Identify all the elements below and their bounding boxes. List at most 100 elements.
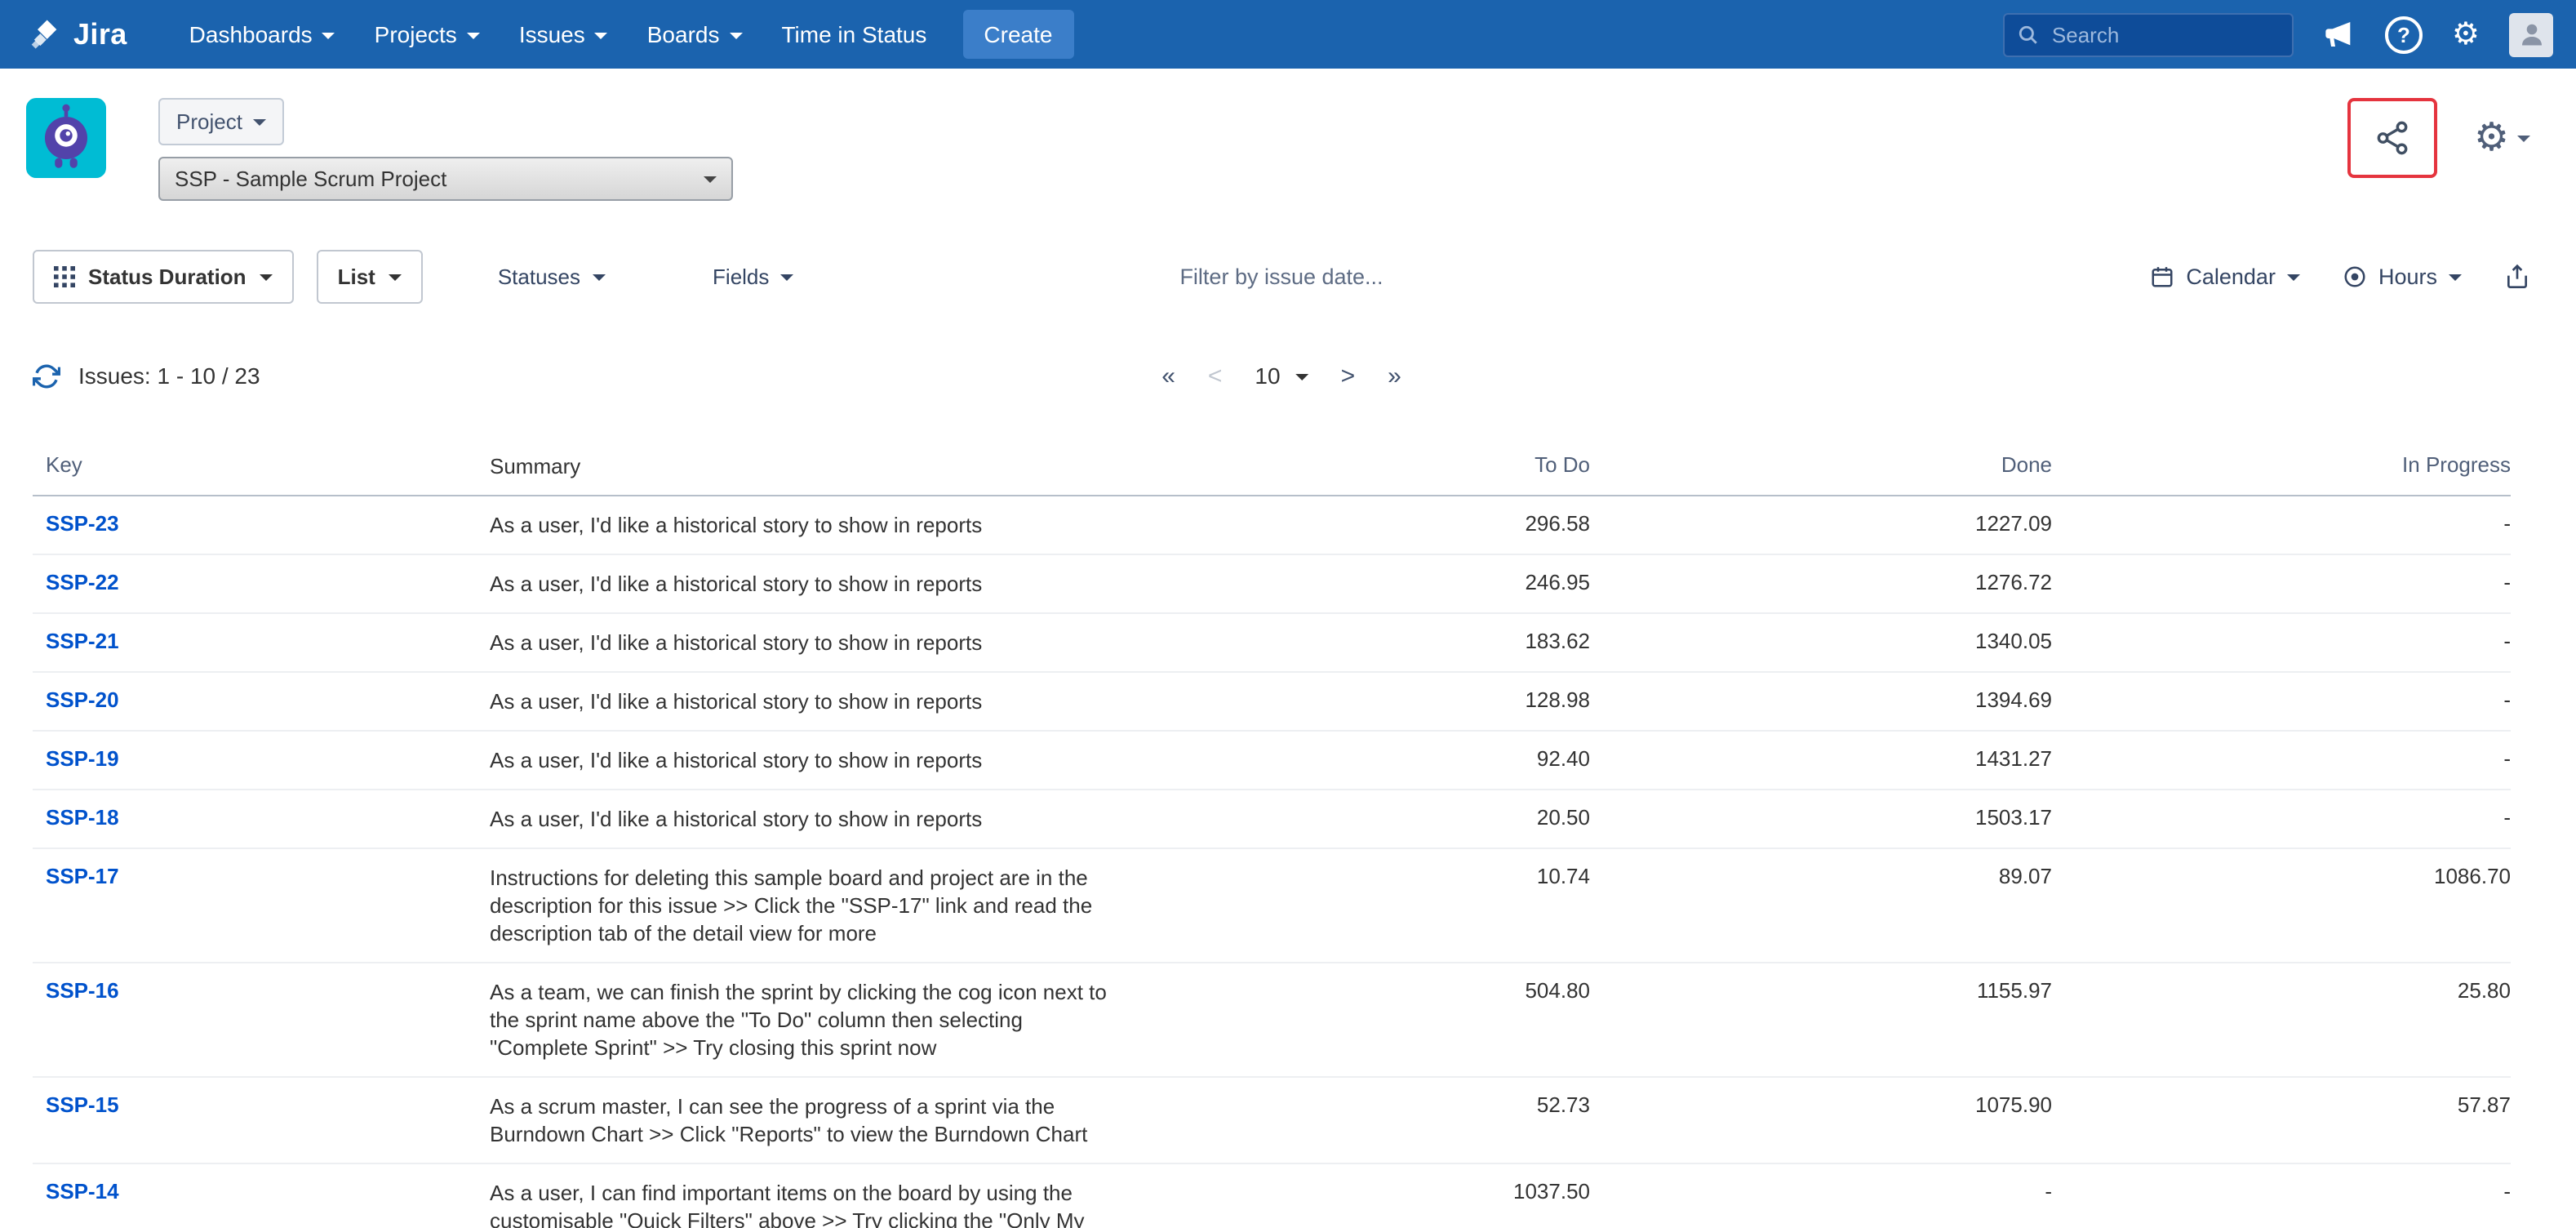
todo-value: 1037.50 [1117,1179,1590,1204]
column-header-inprogress[interactable]: In Progress [2052,452,2511,477]
done-value: 1431.27 [1590,746,2052,771]
done-value: 1155.97 [1590,978,2052,1003]
user-avatar[interactable] [2509,12,2553,56]
table-row: SSP-16 As a team, we can finish the spri… [33,963,2511,1078]
issue-summary: As a user, I'd like a historical story t… [490,687,1117,715]
issue-summary: As a team, we can finish the sprint by c… [490,978,1117,1061]
issues-count-label: Issues: 1 - 10 / 23 [78,363,260,389]
results-bar: Issues: 1 - 10 / 23 « < 10 > » [33,353,2530,398]
inprogress-value: 25.80 [2052,978,2511,1003]
inprogress-value: 1086.70 [2052,864,2511,888]
issue-summary: As a user, I can find important items on… [490,1179,1117,1228]
statuses-button[interactable]: Statuses [482,251,621,302]
global-search[interactable] [2003,12,2294,56]
create-button[interactable]: Create [962,10,1073,59]
export-button[interactable] [2504,263,2530,291]
view-type-button[interactable]: Status Duration [33,250,294,304]
chevron-down-icon [780,274,793,281]
table-row: SSP-15 As a scrum master, I can see the … [33,1078,2511,1164]
project-avatar[interactable] [26,98,106,178]
inprogress-value: - [2052,629,2511,653]
toolbar-right: Calendar Hours [2150,263,2530,291]
todo-value: 20.50 [1117,805,1590,830]
issue-summary: As a user, I'd like a historical story t… [490,570,1117,598]
project-scope-button[interactable]: Project [158,98,285,145]
issues-count: Issues: 1 - 10 / 23 [33,362,260,389]
chevron-down-icon [389,274,402,281]
issue-date-filter-input[interactable] [1074,263,1489,291]
calendar-button[interactable]: Calendar [2150,265,2300,289]
feedback-megaphone-icon[interactable] [2323,18,2356,51]
project-header: Project SSP - Sample Scrum Project ⚙ [0,69,2576,201]
page: Jira Dashboards Projects Issues Boards T… [0,0,2576,1228]
todo-value: 128.98 [1117,687,1590,712]
help-icon[interactable]: ? [2385,16,2423,53]
issue-key-link[interactable]: SSP-20 [33,687,490,712]
export-icon [2504,263,2530,291]
jira-logo[interactable]: Jira [29,17,127,51]
issue-key-link[interactable]: SSP-17 [33,864,490,888]
refresh-icon[interactable] [33,362,60,389]
issue-key-link[interactable]: SSP-18 [33,805,490,830]
chevron-down-icon [729,32,742,38]
layout-button[interactable]: List [317,250,423,304]
pagination: « < 10 > » [1161,362,1401,389]
column-header-key[interactable]: Key [33,452,490,477]
done-value: 1340.05 [1590,629,2052,653]
next-page-button[interactable]: > [1341,362,1356,389]
last-page-button[interactable]: » [1388,362,1401,389]
issue-key-link[interactable]: SSP-22 [33,570,490,594]
nav-item-dashboards[interactable]: Dashboards [170,0,355,69]
done-value: 1227.09 [1590,511,2052,536]
search-input[interactable] [2049,20,2279,48]
todo-value: 92.40 [1117,746,1590,771]
done-value: - [1590,1179,2052,1204]
chevron-down-icon [2449,274,2462,281]
chevron-down-icon [260,274,273,281]
issue-key-link[interactable]: SSP-16 [33,978,490,1003]
table-row: SSP-22 As a user, I'd like a historical … [33,555,2511,614]
issue-key-link[interactable]: SSP-19 [33,746,490,771]
table-row: SSP-17 Instructions for deleting this sa… [33,849,2511,963]
page-size-select[interactable]: 10 [1255,363,1308,389]
issue-key-link[interactable]: SSP-15 [33,1092,490,1117]
settings-gear-icon[interactable]: ⚙ [2452,19,2480,50]
done-value: 1503.17 [1590,805,2052,830]
chevron-down-icon [322,32,335,38]
inprogress-value: - [2052,687,2511,712]
done-value: 1394.69 [1590,687,2052,712]
chevron-down-icon [595,32,608,38]
issue-key-link[interactable]: SSP-14 [33,1179,490,1204]
share-button-highlighted[interactable] [2348,98,2438,178]
prev-page-button[interactable]: < [1208,362,1223,389]
issue-key-link[interactable]: SSP-21 [33,629,490,653]
navbar-right: ? ⚙ [2003,12,2553,56]
project-selector-group: Project SSP - Sample Scrum Project [158,98,733,201]
table-row: SSP-18 As a user, I'd like a historical … [33,790,2511,849]
chevron-down-icon [2287,274,2300,281]
hours-unit-button[interactable]: Hours [2343,265,2462,289]
chevron-down-icon [467,32,480,38]
issue-summary: Instructions for deleting this sample bo… [490,864,1117,947]
table-row: SSP-23 As a user, I'd like a historical … [33,496,2511,555]
column-header-summary[interactable]: Summary [490,452,1117,480]
nav-item-issues[interactable]: Issues [500,0,628,69]
column-header-done[interactable]: Done [1590,452,2052,477]
nav-item-boards[interactable]: Boards [628,0,762,69]
nav-item-projects[interactable]: Projects [355,0,500,69]
issue-key-link[interactable]: SSP-23 [33,511,490,536]
table-row: SSP-19 As a user, I'd like a historical … [33,732,2511,790]
share-nodes-icon [2374,119,2412,157]
table-row: SSP-20 As a user, I'd like a historical … [33,673,2511,732]
column-header-todo[interactable]: To Do [1117,452,1590,477]
chevron-down-icon [704,176,717,183]
inprogress-value: - [2052,1179,2511,1204]
todo-value: 52.73 [1117,1092,1590,1117]
nav-item-time-in-status[interactable]: Time in Status [762,0,946,69]
fields-button[interactable]: Fields [696,251,810,302]
inprogress-value: - [2052,511,2511,536]
report-settings-button[interactable]: ⚙ [2474,118,2530,158]
project-select[interactable]: SSP - Sample Scrum Project [158,157,733,201]
first-page-button[interactable]: « [1161,362,1175,389]
todo-value: 183.62 [1117,629,1590,653]
